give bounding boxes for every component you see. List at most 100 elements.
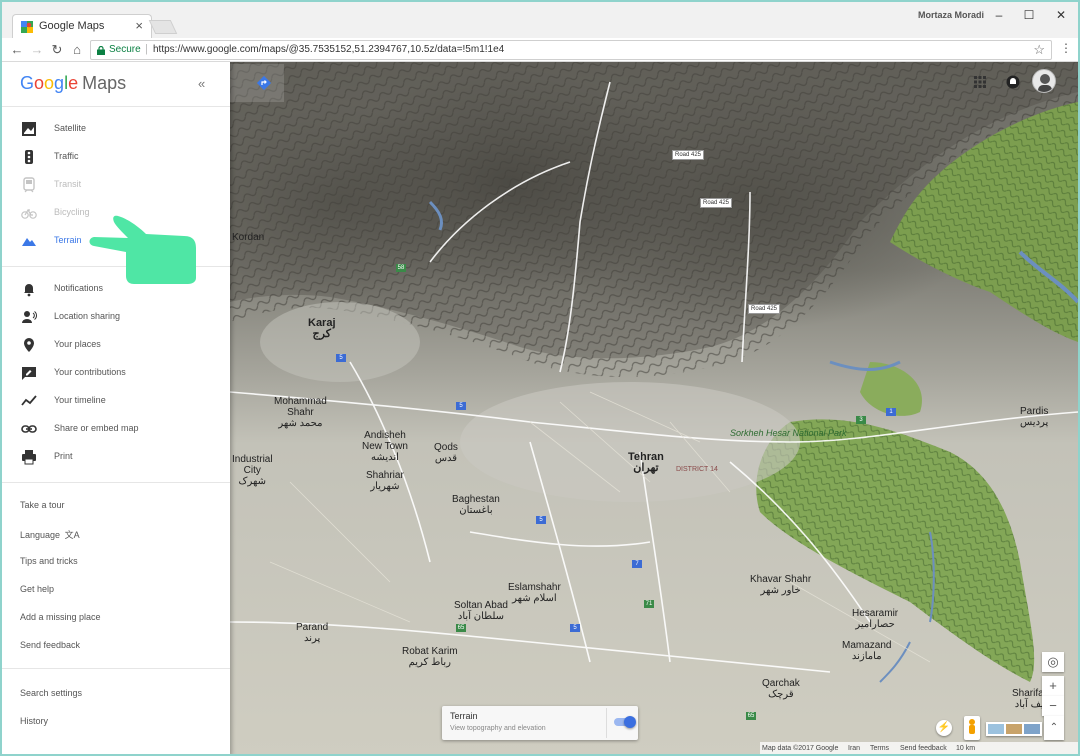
search-settings-link[interactable]: Search settings (20, 688, 82, 698)
notification-bell-icon[interactable] (1006, 74, 1020, 90)
logo-letter: o (34, 73, 45, 93)
take-a-tour-link[interactable]: Take a tour (20, 500, 65, 510)
terrain-toggle[interactable] (614, 716, 636, 728)
city-label[interactable]: Qods قدس (434, 442, 458, 464)
city-label[interactable]: Mohammad Shahr محمد شهر (274, 396, 327, 429)
profile-name[interactable]: Mortaza Moradi (918, 10, 984, 20)
apps-grid-icon[interactable] (974, 76, 986, 88)
satellite-icon (22, 122, 36, 136)
home-icon[interactable]: ⌂ (68, 41, 86, 59)
back-arrow-icon[interactable]: ← (8, 41, 26, 59)
sidebar-item-your-timeline[interactable]: Your timeline (2, 388, 230, 414)
close-window-button[interactable]: ✕ (1046, 6, 1076, 24)
city-label[interactable]: Eslamshahr اسلام شهر (508, 582, 561, 604)
add-missing-place-link[interactable]: Add a missing place (20, 612, 101, 622)
page-viewport: Karaj کرج Tehran تهران Mohammad Shahr مح… (2, 62, 1078, 754)
url-text[interactable]: https://www.google.com/maps/@35.7535152,… (153, 44, 504, 55)
sidebar-item-your-contributions[interactable]: Your contributions (2, 360, 230, 386)
browser-menu-icon[interactable]: ⋮ (1060, 41, 1072, 55)
city-label[interactable]: Tehran تهران (628, 452, 664, 474)
zoom-out-button[interactable]: − (1042, 696, 1064, 716)
road-number-shield: 1 (886, 408, 896, 416)
city-label[interactable]: Baghestan باغستان (452, 494, 500, 516)
sidebar-item-label: Your places (54, 339, 101, 349)
tab-close-icon[interactable]: × (135, 18, 143, 33)
city-label[interactable]: Industrial City شهرک (232, 454, 273, 487)
sidebar-item-your-places[interactable]: Your places (2, 332, 230, 358)
sidebar-item-share-embed[interactable]: Share or embed map (2, 416, 230, 442)
directions-icon[interactable] (256, 75, 272, 91)
sidebar-item-location-sharing[interactable]: Location sharing (2, 304, 230, 330)
scale-label: 10 km (956, 745, 976, 752)
terrain-card-title: Terrain (450, 711, 478, 721)
maximize-button[interactable]: ☐ (1014, 6, 1044, 24)
city-label[interactable]: Mamazand مامازند (842, 640, 891, 662)
city-label[interactable]: Kordan (232, 232, 264, 243)
sidebar-item-print[interactable]: Print (2, 444, 230, 470)
language-link[interactable]: Language 文A (20, 528, 80, 541)
street-view-pegman-icon[interactable] (964, 716, 980, 740)
google-maps-favicon-icon (21, 21, 33, 33)
sidebar-item-notifications[interactable]: Notifications (2, 276, 230, 302)
browser-window: Google Maps × Mortaza Moradi – ☐ ✕ ← → ↻… (0, 0, 1080, 756)
footer-terms-link[interactable]: Terms (870, 745, 889, 752)
tab-google-maps[interactable]: Google Maps × (12, 14, 152, 38)
reload-icon[interactable]: ↻ (48, 41, 66, 59)
city-label[interactable]: Shahriar شهریار (366, 470, 404, 492)
traffic-icon (25, 150, 33, 164)
city-label[interactable]: Hesaramir حصارامیر (852, 608, 898, 630)
city-label[interactable]: Andisheh New Town اندیشه (362, 430, 408, 463)
browser-toolbar: ← → ↻ ⌂ Secure | https://www.google.com/… (2, 38, 1078, 62)
city-label[interactable]: Qarchak قرچک (762, 678, 800, 700)
sidebar-item-bicycling[interactable]: Bicycling (2, 200, 230, 226)
road-number-shield: 5 (570, 624, 580, 632)
history-link[interactable]: History (20, 716, 48, 726)
sidebar-item-satellite[interactable]: Satellite (2, 116, 230, 142)
city-label[interactable]: Parand پرند (296, 622, 328, 644)
eco-leaf-icon[interactable]: ⚡ (936, 720, 952, 736)
sidebar-item-label: Notifications (54, 283, 104, 293)
forward-arrow-icon[interactable]: → (28, 41, 46, 59)
sidebar-item-terrain[interactable]: Terrain (2, 228, 230, 254)
sidebar-item-traffic[interactable]: Traffic (2, 144, 230, 170)
sidebar-item-label: Print (54, 451, 73, 461)
tab-title: Google Maps (39, 20, 105, 32)
park-label[interactable]: Sorkheh Hesar National Park (730, 428, 847, 438)
map-search-box[interactable] (230, 64, 284, 102)
expand-chevron-icon[interactable]: ⌃ (1044, 716, 1064, 740)
city-label[interactable]: Khavar Shahr خاور شهر (750, 574, 811, 596)
city-label[interactable]: Robat Karim رباط کریم (402, 646, 458, 668)
tips-and-tricks-link[interactable]: Tips and tricks (20, 556, 78, 566)
road-shield: Road 425 (700, 198, 733, 208)
minimize-button[interactable]: – (984, 6, 1014, 24)
lock-icon (97, 46, 105, 55)
sidebar-item-label: Satellite (54, 123, 87, 133)
city-label[interactable]: Soltan Abad سلطان آباد (454, 600, 508, 622)
road-number-shield: 5 (456, 402, 466, 410)
location-sharing-icon (22, 311, 37, 323)
road-shield: Road 425 (748, 304, 781, 314)
footer-feedback-link[interactable]: Send feedback (900, 745, 947, 752)
imagery-thumbnails[interactable] (986, 722, 1042, 736)
thumbnail-imagery[interactable] (1024, 724, 1040, 734)
city-label[interactable]: Karaj کرج (308, 318, 336, 340)
send-feedback-link[interactable]: Send feedback (20, 640, 80, 650)
thumbnail-earth[interactable] (1006, 724, 1022, 734)
address-bar[interactable]: Secure | https://www.google.com/maps/@35… (90, 40, 1052, 60)
google-maps-logo: Google Maps (20, 73, 126, 94)
footer-country[interactable]: Iran (848, 745, 860, 752)
thumbnail-satellite[interactable] (988, 724, 1004, 734)
sidebar-item-transit[interactable]: Transit (2, 172, 230, 198)
my-location-icon[interactable]: ◎ (1042, 652, 1064, 672)
account-avatar[interactable] (1032, 69, 1056, 93)
language-label: Language (20, 530, 61, 540)
bookmark-star-icon[interactable]: ☆ (1033, 42, 1045, 58)
zoom-in-button[interactable]: + (1042, 676, 1064, 696)
collapse-sidebar-icon[interactable]: « (198, 76, 205, 91)
sidebar-item-label: Your contributions (54, 367, 126, 377)
terrain-map-graphic (230, 62, 1078, 683)
get-help-link[interactable]: Get help (20, 584, 54, 594)
city-label[interactable]: Pardis پردیس (1020, 406, 1048, 428)
new-tab-button[interactable] (148, 20, 178, 34)
map-canvas[interactable]: Karaj کرج Tehran تهران Mohammad Shahr مح… (230, 62, 1078, 754)
